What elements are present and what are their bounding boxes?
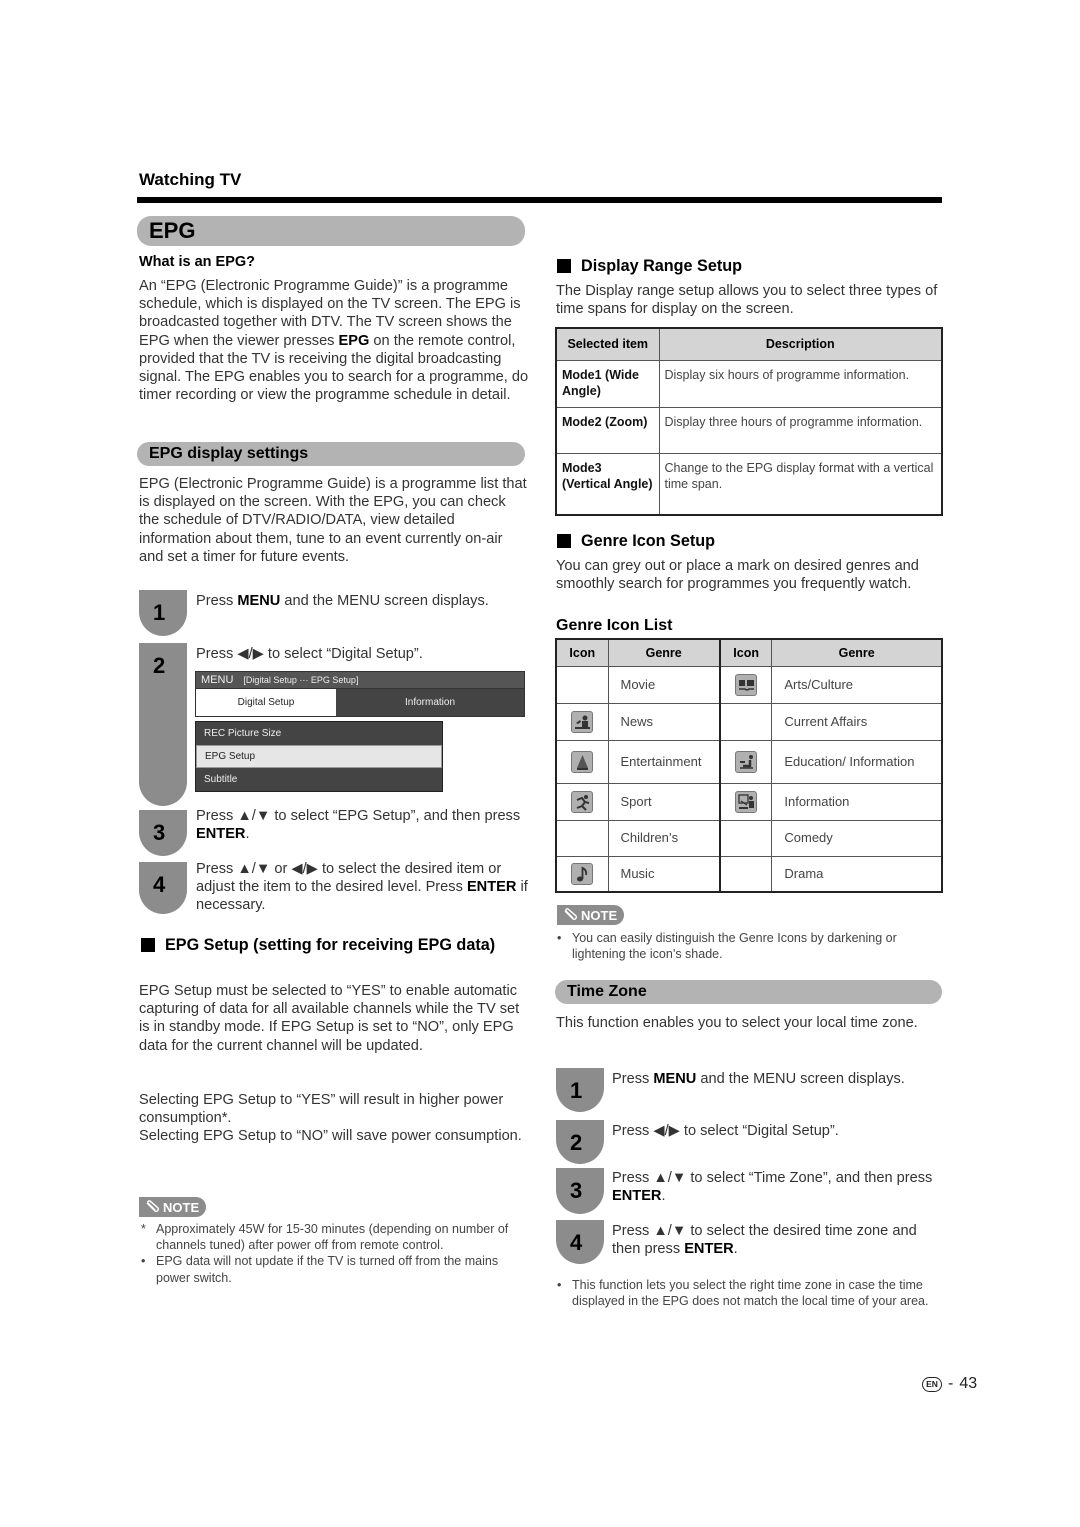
col-header-selected-item: Selected item — [555, 327, 660, 361]
genre-icon-table: Icon Genre Icon Genre Movie Arts/Culture… — [555, 638, 943, 893]
paperclip-icon — [564, 908, 577, 920]
step-badge-2: 2 — [139, 643, 187, 806]
information-icon — [735, 790, 758, 813]
menu-tab-information[interactable]: Information — [336, 689, 524, 716]
arts-culture-icon — [735, 673, 758, 696]
genre-icon-setup-text: You can grey out or place a mark on desi… — [556, 558, 919, 593]
section-heading: Watching TV — [139, 170, 242, 189]
menu-list: REC Picture Size EPG Setup Subtitle — [195, 721, 443, 792]
table-row: Mode2 (Zoom) Display three hours of prog… — [555, 406, 943, 454]
col-header-genre: Genre — [607, 638, 721, 667]
what-is-epg-heading: What is an EPG? — [139, 254, 256, 270]
time-zone-bar: Time Zone — [555, 980, 942, 1004]
note-tag-right: NOTE — [557, 905, 625, 925]
table-header-row: Selected item Description — [555, 327, 943, 361]
tz-step-badge-4: 4 — [556, 1220, 604, 1264]
current-affairs-icon-cell — [719, 702, 773, 741]
table-header-row: Icon Genre Icon Genre — [555, 638, 943, 667]
square-bullet-icon — [557, 534, 571, 548]
menu-tabs: Digital Setup Information — [195, 689, 525, 717]
paperclip-icon — [146, 1200, 159, 1212]
table-row: News Current Affairs — [555, 702, 943, 741]
menu-item-rec-picture-size[interactable]: REC Picture Size — [196, 722, 442, 745]
what-is-epg-text: An “EPG (Electronic Programme Guide)” is… — [139, 278, 529, 404]
menu-item-epg-setup[interactable]: EPG Setup — [196, 745, 442, 768]
menu-breadcrumb: [Digital Setup ··· EPG Setup] — [243, 675, 359, 685]
step-badge-4: 4 — [139, 862, 187, 914]
header-rule — [137, 197, 942, 203]
music-note-icon — [571, 862, 594, 885]
tz-step-badge-2: 2 — [556, 1120, 604, 1164]
col-header-icon: Icon — [555, 638, 609, 667]
tz-step-text-1: Press MENU and the MENU screen displays. — [612, 1071, 905, 1087]
note-item: • EPG data will not update if the TV is t… — [141, 1254, 499, 1285]
time-zone-text: This function enables you to select your… — [556, 1015, 918, 1031]
time-zone-notes: • This function lets you select the right… — [557, 1277, 947, 1309]
step-text-4: Press ▲/▼ or ◀/▶ to select the desired i… — [196, 861, 528, 913]
epg-display-settings-text: EPG (Electronic Programme Guide) is a pr… — [139, 476, 527, 565]
comedy-icon-cell — [719, 819, 773, 857]
square-bullet-icon — [557, 259, 571, 273]
epg-display-settings-title: EPG display settings — [149, 445, 309, 462]
table-row: Mode3 (Vertical Angle) Change to the EPG… — [555, 452, 943, 516]
menu-label: MENU — [201, 674, 234, 686]
movie-icon-cell — [555, 665, 609, 704]
menu-item-subtitle[interactable]: Subtitle — [196, 768, 442, 791]
note-item: • You can easily distinguish the Genre Ic… — [557, 931, 897, 962]
genre-icon-list-title: Genre Icon List — [556, 617, 673, 634]
col-header-description: Description — [658, 327, 943, 361]
entertainment-icon — [571, 750, 594, 773]
menu-screen: MENU [Digital Setup ··· EPG Setup] Digit… — [195, 671, 525, 792]
menu-tab-digital-setup[interactable]: Digital Setup — [196, 689, 336, 716]
genre-notes: • You can easily distinguish the Genre Ic… — [557, 930, 947, 962]
page-number: EN - 43 — [922, 1375, 977, 1393]
note-tag-left: NOTE — [139, 1197, 207, 1217]
display-range-heading: Display Range Setup — [557, 256, 742, 276]
language-badge: EN — [922, 1376, 942, 1392]
genre-icon-setup-heading: Genre Icon Setup — [557, 531, 715, 551]
time-zone-title: Time Zone — [567, 983, 647, 1000]
sport-icon — [571, 790, 594, 813]
table-row: Mode1 (Wide Angle) Display six hours of … — [555, 359, 943, 408]
col-header-icon: Icon — [719, 638, 773, 667]
epg-setup-text-2: Selecting EPG Setup to “YES” will result… — [139, 1092, 504, 1127]
table-row: Music Drama — [555, 855, 943, 893]
childrens-icon-cell — [555, 819, 609, 857]
news-icon — [571, 710, 594, 733]
col-header-genre: Genre — [771, 638, 943, 667]
epg-setup-notes: * Approximately 45W for 15-30 minutes (de… — [141, 1221, 531, 1286]
note-item: * Approximately 45W for 15-30 minutes (de… — [141, 1222, 509, 1253]
epg-setup-heading: EPG Setup (setting for receiving EPG dat… — [141, 935, 526, 955]
table-row: Sport Information — [555, 782, 943, 821]
display-range-table: Selected item Description Mode1 (Wide An… — [555, 327, 943, 516]
table-row: Movie Arts/Culture — [555, 665, 943, 704]
step-text-3: Press ▲/▼ to select “EPG Setup”, and the… — [196, 808, 521, 842]
note-item: • This function lets you select the right… — [557, 1278, 929, 1309]
step-text-1: Press MENU and the MENU screen displays. — [196, 593, 489, 609]
table-row: Children’s Comedy — [555, 819, 943, 857]
tz-step-badge-3: 3 — [556, 1168, 604, 1214]
tz-step-text-4: Press ▲/▼ to select the desired time zon… — [612, 1223, 917, 1257]
tz-step-text-3: Press ▲/▼ to select “Time Zone”, and the… — [612, 1170, 933, 1204]
step-badge-1: 1 — [139, 590, 187, 636]
epg-setup-text-3: Selecting EPG Setup to “NO” will save po… — [139, 1128, 522, 1144]
display-range-text: The Display range setup allows you to se… — [556, 283, 938, 318]
epg-title: EPG — [149, 218, 196, 243]
epg-display-settings-bar: EPG display settings — [137, 442, 525, 466]
table-row: Entertainment Education/ Information — [555, 739, 943, 784]
education-icon — [735, 750, 758, 773]
epg-title-bar: EPG — [137, 216, 525, 246]
drama-icon-cell — [719, 855, 773, 893]
epg-setup-text-1: EPG Setup must be selected to “YES” to e… — [139, 983, 520, 1054]
tz-step-text-2: Press ◀/▶ to select “Digital Setup”. — [612, 1123, 839, 1139]
menu-title-bar: MENU [Digital Setup ··· EPG Setup] — [195, 671, 525, 689]
tz-step-badge-1: 1 — [556, 1068, 604, 1112]
step-text-2: Press ◀/▶ to select “Digital Setup”. — [196, 646, 423, 662]
step-badge-3: 3 — [139, 810, 187, 856]
square-bullet-icon — [141, 938, 155, 952]
